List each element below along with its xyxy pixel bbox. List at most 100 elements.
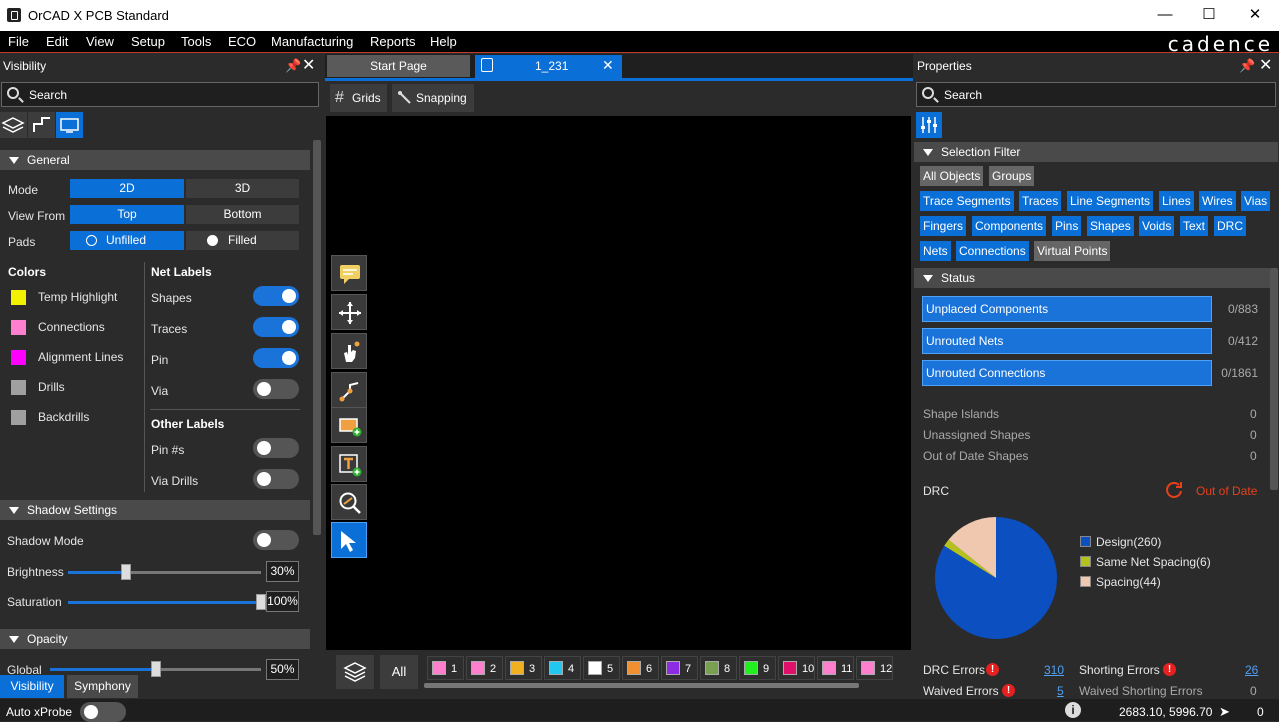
- color-swatch[interactable]: [11, 320, 26, 335]
- saturation-slider-thumb[interactable]: [256, 594, 266, 610]
- pin-icon[interactable]: 📌: [285, 54, 301, 78]
- layer-scrollbar[interactable]: [424, 683, 859, 688]
- toggle-switch[interactable]: [253, 286, 299, 306]
- filter-chip[interactable]: Traces: [1019, 191, 1062, 211]
- info-icon[interactable]: i: [1065, 702, 1081, 718]
- menu-file[interactable]: File: [8, 34, 29, 49]
- filter-chip[interactable]: Vias: [1241, 191, 1271, 211]
- menu-view[interactable]: View: [86, 34, 114, 49]
- brightness-value-input[interactable]: 30%: [266, 561, 299, 582]
- toggle-switch[interactable]: [253, 348, 299, 368]
- menu-edit[interactable]: Edit: [46, 34, 68, 49]
- filter-chip[interactable]: Text: [1180, 216, 1209, 236]
- layers-all-button[interactable]: All: [380, 655, 418, 689]
- routing-view-button[interactable]: [28, 112, 55, 138]
- mode-3d-button[interactable]: 3D: [186, 179, 299, 198]
- visibility-scrollbar[interactable]: [313, 140, 321, 535]
- layer-button[interactable]: 5: [583, 656, 620, 680]
- opacity-section-header[interactable]: Opacity: [0, 629, 310, 649]
- filter-chip[interactable]: Nets: [920, 241, 951, 261]
- layer-button[interactable]: 9: [739, 656, 776, 680]
- layers-view-button[interactable]: [0, 112, 27, 138]
- view-from-bottom-button[interactable]: Bottom: [186, 205, 299, 224]
- filter-chip[interactable]: Line Segments: [1067, 191, 1154, 211]
- comment-tool-button[interactable]: [331, 255, 367, 291]
- shadow-settings-header[interactable]: Shadow Settings: [0, 500, 310, 520]
- filter-chip[interactable]: Shapes: [1087, 216, 1134, 236]
- close-icon[interactable]: ✕: [1259, 54, 1272, 78]
- global-opacity-value-input[interactable]: 50%: [266, 659, 299, 680]
- filter-chip[interactable]: Wires: [1199, 191, 1236, 211]
- close-button[interactable]: ✕: [1235, 4, 1275, 26]
- menu-tools[interactable]: Tools: [181, 34, 211, 49]
- menu-setup[interactable]: Setup: [131, 34, 165, 49]
- layer-button[interactable]: 2: [466, 656, 503, 680]
- pin-icon[interactable]: 📌: [1239, 54, 1255, 78]
- maximize-button[interactable]: ☐: [1189, 4, 1229, 26]
- close-icon[interactable]: ✕: [302, 54, 315, 78]
- select-tool-button[interactable]: [331, 522, 367, 558]
- selection-filter-header[interactable]: Selection Filter: [914, 142, 1278, 162]
- layer-button[interactable]: 1: [427, 656, 464, 680]
- status-progress-bar[interactable]: Unrouted Nets: [922, 328, 1212, 354]
- global-opacity-slider-thumb[interactable]: [151, 661, 161, 677]
- filter-chip[interactable]: Components: [972, 216, 1047, 236]
- view-from-top-button[interactable]: Top: [70, 205, 184, 224]
- toggle-switch[interactable]: [253, 469, 299, 489]
- refresh-icon[interactable]: [1164, 480, 1184, 500]
- hand-tool-button[interactable]: [331, 333, 367, 369]
- properties-scrollbar[interactable]: [1270, 268, 1278, 490]
- brightness-slider-thumb[interactable]: [121, 564, 131, 580]
- layer-button[interactable]: 7: [661, 656, 698, 680]
- filter-chip[interactable]: Connections: [956, 241, 1029, 261]
- filter-settings-button[interactable]: [916, 112, 942, 138]
- toggle-switch[interactable]: [253, 317, 299, 337]
- saturation-value-input[interactable]: 100%: [266, 591, 299, 612]
- general-section-header[interactable]: General: [0, 150, 310, 170]
- tab-visibility[interactable]: Visibility: [0, 675, 64, 698]
- visibility-search-input[interactable]: Search: [1, 82, 319, 107]
- auto-xprobe-toggle[interactable]: [80, 702, 126, 722]
- waived-errors-link[interactable]: 5: [1057, 684, 1064, 698]
- status-progress-bar[interactable]: Unplaced Components: [922, 296, 1212, 322]
- layer-stack-button[interactable]: [336, 655, 374, 689]
- layer-button[interactable]: 8: [700, 656, 737, 680]
- filter-chip[interactable]: Lines: [1159, 191, 1194, 211]
- layer-button[interactable]: 3: [505, 656, 542, 680]
- menu-manufacturing[interactable]: Manufacturing: [271, 34, 353, 49]
- layer-button[interactable]: 6: [622, 656, 659, 680]
- status-section-header[interactable]: Status: [914, 268, 1270, 288]
- display-view-button[interactable]: [56, 112, 83, 138]
- color-swatch[interactable]: [11, 380, 26, 395]
- mode-2d-button[interactable]: 2D: [70, 179, 184, 198]
- filter-chip[interactable]: DRC: [1214, 216, 1246, 236]
- layer-button[interactable]: 12: [856, 656, 893, 680]
- minimize-button[interactable]: —: [1145, 4, 1185, 26]
- drc-out-of-date[interactable]: Out of Date: [1196, 484, 1257, 498]
- color-swatch[interactable]: [11, 350, 26, 365]
- layer-button[interactable]: 4: [544, 656, 581, 680]
- pads-filled-button[interactable]: Filled: [186, 231, 299, 250]
- zoom-tool-button[interactable]: [331, 484, 367, 520]
- route-tool-button[interactable]: [331, 372, 367, 408]
- color-swatch[interactable]: [11, 290, 26, 305]
- grids-button[interactable]: # Grids: [330, 84, 387, 112]
- filter-chip[interactable]: All Objects: [920, 166, 984, 186]
- filter-chip[interactable]: Trace Segments: [920, 191, 1014, 211]
- filter-chip[interactable]: Voids: [1139, 216, 1175, 236]
- add-text-tool-button[interactable]: [331, 446, 367, 482]
- drc-errors-link[interactable]: 310: [1044, 663, 1064, 677]
- color-swatch[interactable]: [11, 410, 26, 425]
- status-progress-bar[interactable]: Unrouted Connections: [922, 360, 1212, 386]
- shorting-errors-link[interactable]: 26: [1245, 663, 1258, 677]
- layer-button[interactable]: 11: [817, 656, 854, 680]
- layer-button[interactable]: 10: [778, 656, 815, 680]
- properties-search-input[interactable]: Search: [916, 82, 1276, 107]
- toggle-switch[interactable]: [253, 379, 299, 399]
- move-tool-button[interactable]: [331, 294, 367, 330]
- filter-chip[interactable]: Groups: [989, 166, 1035, 186]
- toggle-switch[interactable]: [253, 438, 299, 458]
- filter-chip[interactable]: Pins: [1052, 216, 1082, 236]
- add-shape-tool-button[interactable]: [331, 407, 367, 443]
- filter-chip[interactable]: Virtual Points: [1034, 241, 1111, 261]
